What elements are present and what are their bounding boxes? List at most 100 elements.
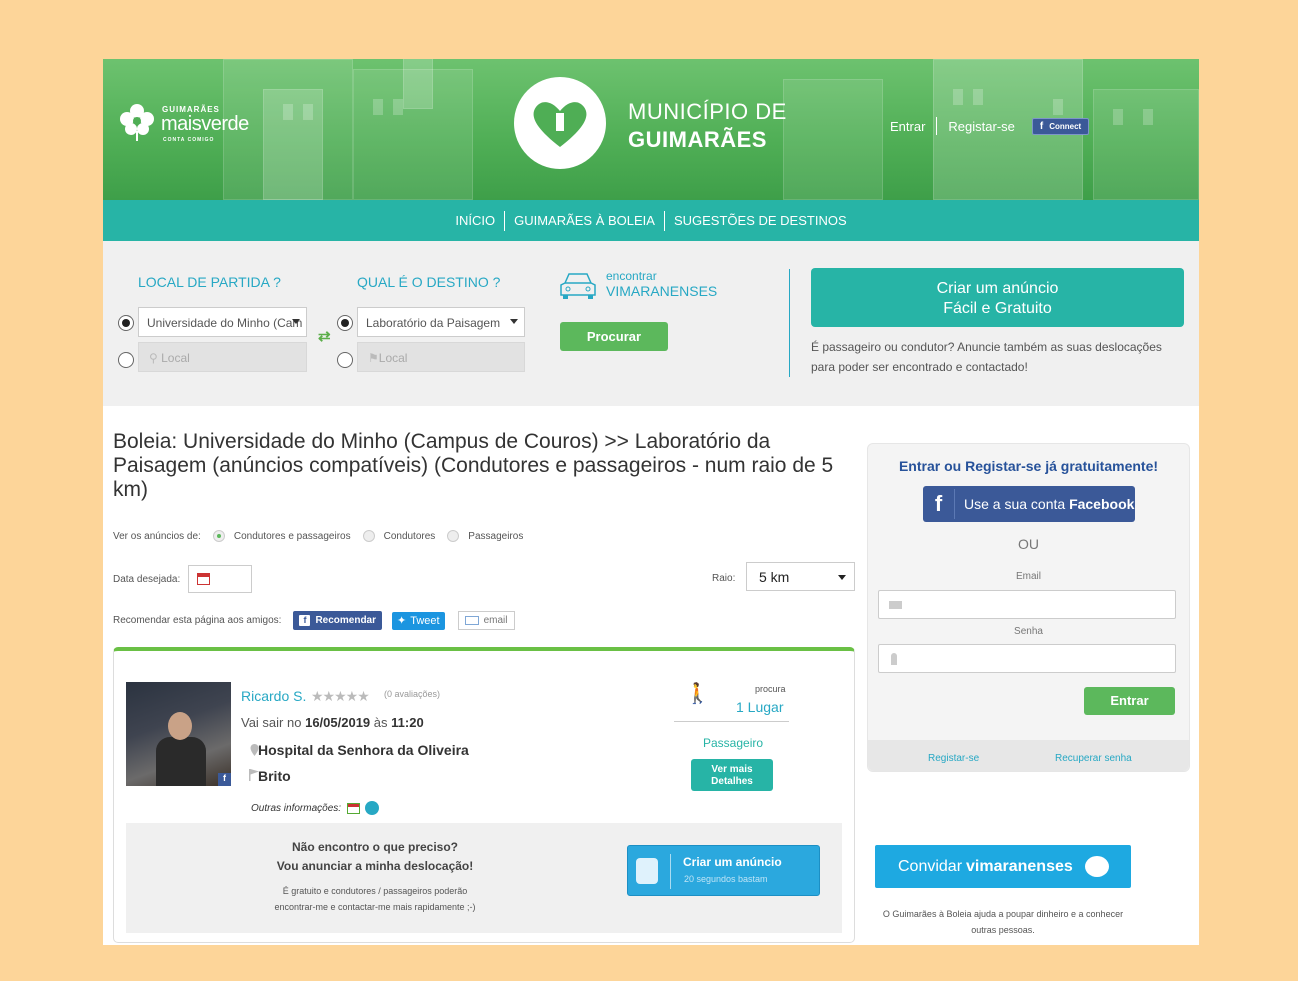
chevron-down-icon <box>838 575 846 580</box>
flower-icon <box>120 104 154 141</box>
facebook-connect-button[interactable]: f Connect <box>1031 117 1090 135</box>
recover-password-link[interactable]: Recuperar senha <box>1055 753 1132 764</box>
email-label: Email <box>1015 571 1041 582</box>
avatar[interactable]: f <box>126 682 231 786</box>
calendar-icon[interactable] <box>347 802 361 814</box>
searches-label: procura <box>755 684 786 694</box>
create-ad-prompt-button[interactable]: Criar um anúncio 20 segundos bastam <box>627 845 820 896</box>
listing-origin: Hospital da Senhora da Oliveira <box>258 742 469 758</box>
departure-prefix: Vai sair no <box>241 715 302 730</box>
departure-mid: às <box>373 715 388 730</box>
invite-description: O Guimarães à Boleia ajuda a poupar dinh… <box>882 909 1124 935</box>
radius-label: Raio: <box>712 573 736 584</box>
maisverde-logo[interactable]: GUIMARÃES maisverde CONTA COMIGO <box>117 99 249 159</box>
invite-text: Convidar <box>898 857 963 875</box>
email-field[interactable] <box>878 590 1176 619</box>
login-link[interactable]: Entrar <box>890 119 925 134</box>
search-button[interactable]: Procurar <box>560 322 668 351</box>
origin-local-input[interactable]: ⚲ Local <box>138 342 307 372</box>
municipality-title: MUNICÍPIO DE GUIMARÃES <box>628 99 787 153</box>
role-badge: Passageiro <box>703 736 764 750</box>
filter-drivers-label[interactable]: Condutores <box>384 531 436 542</box>
review-count: (0 avaliações) <box>384 689 441 699</box>
invite-button[interactable]: Convidar vimaranenses <box>875 845 1131 888</box>
destination-local-input[interactable]: ⚑Local <box>357 342 525 372</box>
municipality-line2: GUIMARÃES <box>628 127 767 152</box>
divider <box>674 721 789 722</box>
create-ad-prompt-title: Criar um anúncio <box>683 855 782 869</box>
key-icon <box>891 653 897 665</box>
origin-local-radio[interactable] <box>118 352 134 368</box>
heart-icon[interactable] <box>365 801 380 815</box>
create-ad-prompt: Não encontro o que preciso? Vou anunciar… <box>126 823 842 933</box>
facebook-login-button[interactable]: f Use a sua conta Facebook <box>923 486 1135 522</box>
find-line2: VIMARANENSES <box>606 283 718 299</box>
facebook-icon: f <box>923 489 955 519</box>
rating-stars: ★★★★★ <box>311 688 370 704</box>
filter-passengers-label[interactable]: Passageiros <box>468 531 523 542</box>
date-input[interactable] <box>188 565 252 593</box>
brand-tagline: CONTA COMIGO <box>163 137 215 143</box>
top-account-links: Entrar Registar-se f Connect <box>890 117 1090 135</box>
car-icon <box>560 273 596 299</box>
share-row: Recomendar esta página aos amigos: f Rec… <box>113 611 515 630</box>
prompt-line4: encontrar-me e contactar-me mais rapidam… <box>274 902 476 912</box>
register-link[interactable]: Registar-se <box>928 753 979 764</box>
brand-name: maisverde <box>161 113 249 135</box>
radius-select[interactable]: 5 km <box>746 562 855 591</box>
destination-select-radio[interactable] <box>337 315 353 331</box>
flag-icon: ⚑ <box>368 351 379 365</box>
chat-bubble-icon <box>1084 856 1109 877</box>
swap-arrows-icon[interactable]: ⇄ <box>318 327 331 345</box>
location-pin-icon: ⚲ <box>149 351 162 365</box>
filter-all-label[interactable]: Condutores e passageiros <box>234 531 351 542</box>
facebook-recommend-button[interactable]: f Recomendar <box>293 611 383 630</box>
origin-select-radio[interactable] <box>118 315 134 331</box>
chevron-down-icon <box>510 319 518 324</box>
filter-passengers-radio[interactable] <box>447 530 460 542</box>
password-label: Senha <box>1014 626 1043 637</box>
nav-item-home[interactable]: INÍCIO <box>455 213 495 228</box>
register-link[interactable]: Registar-se <box>948 119 1014 134</box>
more-details-button[interactable]: Ver mais Detalhes <box>691 759 773 791</box>
departure-date: 16/05/2019 <box>305 715 371 730</box>
email-share-label: email <box>483 615 508 626</box>
vertical-divider <box>789 269 790 377</box>
driver-name-link[interactable]: Ricardo S. <box>241 688 306 704</box>
facebook-icon: f <box>299 615 311 626</box>
listing-destination: Brito <box>258 768 291 784</box>
results-card: f Ricardo S. ★★★★★ (0 avaliações) Vai sa… <box>113 647 855 943</box>
envelope-icon <box>889 601 902 609</box>
chevron-down-icon <box>292 319 300 324</box>
filter-all-radio[interactable] <box>212 530 225 542</box>
results-title: Boleia: Universidade do Minho (Campus de… <box>113 430 834 501</box>
facebook-icon: f <box>218 773 231 786</box>
more-info-label: Outras informações: <box>251 802 342 814</box>
departure-time: 11:20 <box>391 715 424 730</box>
facebook-connect-label: Connect <box>1049 121 1082 131</box>
facebook-icon: f <box>1039 120 1044 132</box>
filter-label: Ver os anúncios de: <box>113 530 201 542</box>
browser-page: GUIMARÃES maisverde CONTA COMIGO MUNICÍP… <box>103 59 1199 945</box>
calendar-icon <box>197 573 210 585</box>
create-ad-button[interactable]: Criar um anúncio Fácil e Gratuito <box>811 268 1184 327</box>
nav-item-boleia[interactable]: GUIMARÃES À BOLEIA <box>514 213 655 228</box>
tweet-label: Tweet <box>410 614 440 627</box>
details-line2: Detalhes <box>711 776 753 787</box>
email-share-button[interactable]: email <box>457 611 515 630</box>
or-separator: OU <box>1018 536 1039 552</box>
destination-select[interactable]: Laboratório da Paisagem <box>357 307 525 337</box>
destination-select-value: Laboratório da Paisagem <box>366 316 501 330</box>
create-ad-line2: Fácil e Gratuito <box>943 300 1052 317</box>
radius-value: 5 km <box>759 569 790 585</box>
invite-bold: vimaranenses <box>966 857 1073 875</box>
nav-item-destinations[interactable]: SUGESTÕES DE DESTINOS <box>674 213 847 228</box>
tweet-button[interactable]: ✦ Tweet <box>392 611 445 630</box>
password-field[interactable] <box>878 644 1176 673</box>
filter-drivers-radio[interactable] <box>362 530 375 542</box>
login-submit-button[interactable]: Entrar <box>1084 687 1175 715</box>
origin-select[interactable]: Universidade do Minho (Cam <box>138 307 307 337</box>
hand-pointer-icon <box>636 858 658 884</box>
filter-row: Ver os anúncios de: Condutores e passage… <box>113 530 523 542</box>
destination-local-radio[interactable] <box>337 352 353 368</box>
